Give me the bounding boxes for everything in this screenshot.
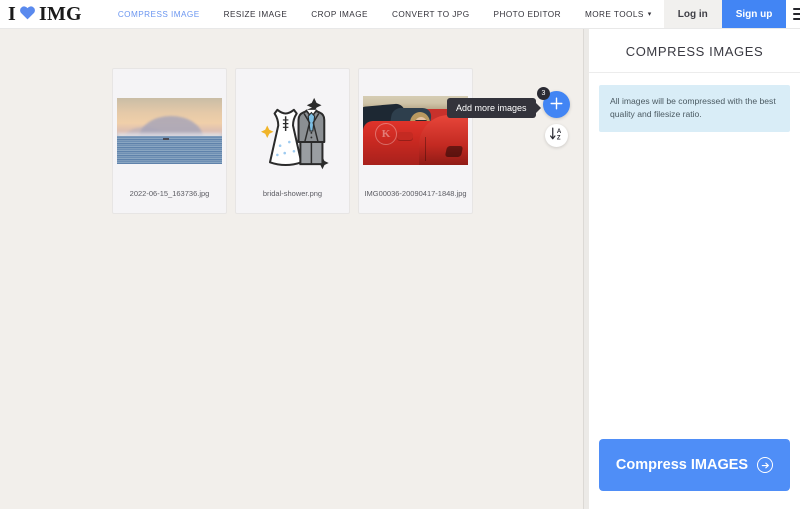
file-name-label: IMG00036-20090417-1848.jpg: [364, 189, 466, 198]
nav-item-more-tools[interactable]: MORE TOOLS ▾: [573, 0, 664, 29]
chevron-down-icon: ▾: [648, 10, 652, 18]
bridal-dress-suit-illustration: [247, 85, 339, 177]
list-item[interactable]: 2022-06-15_163736.jpg: [112, 68, 227, 214]
hamburger-bar: [793, 8, 800, 10]
arrow-right-circle-icon: [757, 457, 773, 473]
site-header: I IMG COMPRESS IMAGE RESIZE IMAGE CROP I…: [0, 0, 800, 29]
file-thumbnail: [117, 85, 222, 177]
signup-button[interactable]: Sign up: [722, 0, 787, 28]
header-actions: Log in Sign up: [664, 0, 800, 28]
nav-label: CROP IMAGE: [311, 10, 368, 19]
hamburger-bar: [793, 18, 800, 20]
nav-item-convert-to-jpg[interactable]: CONVERT TO JPG: [380, 0, 482, 29]
nav-item-crop-image[interactable]: CROP IMAGE: [299, 0, 380, 29]
logo-suffix: IMG: [39, 3, 82, 26]
file-name-label: bridal-shower.png: [263, 189, 322, 198]
nav-label: MORE TOOLS: [585, 10, 644, 19]
login-button[interactable]: Log in: [664, 0, 722, 28]
hamburger-bar: [793, 13, 800, 15]
car-door-seam: [425, 137, 426, 161]
plus-icon: [550, 95, 563, 114]
panel-content: All images will be compressed with the b…: [589, 73, 800, 439]
nav-label: PHOTO EDITOR: [494, 10, 561, 19]
logo-prefix: I: [8, 3, 16, 26]
file-list: 2022-06-15_163736.jpg: [112, 68, 473, 214]
sea-surface: [117, 136, 222, 164]
workspace-canvas: 2022-06-15_163736.jpg: [0, 29, 583, 509]
boat-speck: [163, 138, 169, 140]
nav-label: RESIZE IMAGE: [224, 10, 288, 19]
app-root: I IMG COMPRESS IMAGE RESIZE IMAGE CROP I…: [0, 0, 800, 509]
sort-files-button[interactable]: A Z: [545, 124, 568, 147]
info-message: All images will be compressed with the b…: [599, 85, 790, 132]
main-nav: COMPRESS IMAGE RESIZE IMAGE CROP IMAGE C…: [106, 0, 664, 28]
list-item[interactable]: bridal-shower.png: [235, 68, 350, 214]
car-side-mirror: [397, 132, 413, 140]
status-badge: 3: [537, 87, 550, 100]
car-air-vent: [445, 146, 463, 157]
nav-item-resize-image[interactable]: RESIZE IMAGE: [212, 0, 300, 29]
watermark-icon: K: [375, 123, 397, 145]
sort-az-icon: A Z: [549, 126, 564, 146]
sunset-seascape-photo: [117, 98, 222, 164]
file-name-label: 2022-06-15_163736.jpg: [130, 189, 210, 198]
nav-item-compress-image[interactable]: COMPRESS IMAGE: [106, 0, 212, 29]
add-more-images-tooltip: Add more images: [447, 98, 536, 118]
logo[interactable]: I IMG: [0, 0, 92, 28]
options-panel: COMPRESS IMAGES All images will be compr…: [589, 29, 800, 509]
compress-button-label: Compress IMAGES: [616, 457, 748, 473]
heart-icon: [19, 5, 36, 23]
nav-label: CONVERT TO JPG: [392, 10, 470, 19]
compress-images-button[interactable]: Compress IMAGES: [599, 439, 790, 491]
svg-text:A: A: [557, 128, 562, 134]
nav-item-photo-editor[interactable]: PHOTO EDITOR: [482, 0, 573, 29]
nav-label: COMPRESS IMAGE: [118, 10, 200, 19]
hamburger-icon[interactable]: [786, 0, 800, 28]
page-title: COMPRESS IMAGES: [589, 29, 800, 73]
panel-footer: Compress IMAGES: [589, 439, 800, 509]
list-item[interactable]: K IMG00036-20090417-1848.jpg: [358, 68, 473, 214]
svg-text:Z: Z: [557, 135, 561, 141]
file-thumbnail: [240, 85, 345, 177]
